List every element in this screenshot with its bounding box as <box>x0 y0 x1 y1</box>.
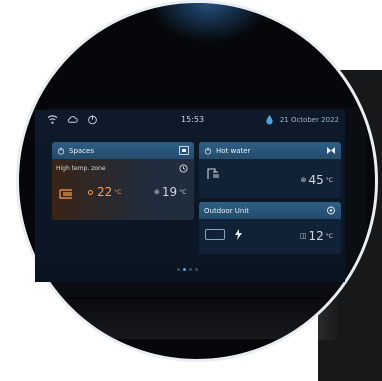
status-icons <box>47 114 98 125</box>
temp-unit: °C <box>114 188 122 196</box>
spaces-body: High temp. zone 22 °C ⊛ 19 °C <box>52 159 194 220</box>
water-drop-icon[interactable] <box>265 114 274 125</box>
radiator-icon <box>59 189 72 199</box>
clock-icon[interactable] <box>179 164 188 173</box>
page-dot-active[interactable] <box>183 268 186 271</box>
cloud-icon[interactable] <box>67 114 78 125</box>
photo-scene: 15:53 21 October 2022 Spaces High temp. … <box>0 0 382 381</box>
page-dot[interactable] <box>195 268 198 271</box>
page-indicator[interactable] <box>177 268 198 271</box>
spaces-title: Spaces <box>69 146 94 155</box>
top-light-glow <box>149 3 269 43</box>
temp-unit: °C <box>179 188 187 196</box>
date-area: 21 October 2022 <box>265 114 339 125</box>
main-temp-value: 22 <box>97 185 113 199</box>
fan-icon[interactable] <box>326 146 336 155</box>
lightning-icon <box>235 229 242 240</box>
current-date: 21 October 2022 <box>279 115 339 124</box>
outdoor-unit-card[interactable]: Outdoor Unit ◫ 12 °C <box>199 202 341 254</box>
power-icon[interactable] <box>57 147 65 155</box>
hot-water-title: Hot water <box>216 146 251 155</box>
wifi-icon[interactable] <box>47 114 58 125</box>
status-bar: 15:53 21 October 2022 <box>35 110 345 130</box>
heating-indicator-icon <box>88 189 93 195</box>
hot-water-temperature[interactable]: ⊛ 45 °C <box>301 173 333 187</box>
outdoor-temperature[interactable]: ◫ 12 °C <box>300 229 333 243</box>
hot-water-header[interactable]: Hot water <box>199 142 341 159</box>
device-shadow <box>49 299 349 339</box>
thermometer-icon: ⊛ <box>154 188 160 196</box>
clock-time: 15:53 <box>181 115 205 124</box>
outdoor-unit-body: ◫ 12 °C <box>199 219 341 254</box>
settings-icon[interactable] <box>326 206 336 215</box>
temp-unit: °C <box>325 232 333 240</box>
hot-water-card[interactable]: Hot water ⊛ 45 °C <box>199 142 341 198</box>
outdoor-thermometer-icon: ◫ <box>299 232 307 240</box>
zone-label: High temp. zone <box>56 165 106 172</box>
spaces-header[interactable]: Spaces <box>52 142 194 159</box>
spaces-card[interactable]: Spaces High temp. zone 22 °C ⊛ 19 °C <box>52 142 194 220</box>
thermostat-screen: 15:53 21 October 2022 Spaces High temp. … <box>35 110 345 282</box>
hot-water-body: ⊛ 45 °C <box>199 159 341 198</box>
outdoor-unit-header[interactable]: Outdoor Unit <box>199 202 341 219</box>
main-temperature[interactable]: 22 °C <box>88 185 121 199</box>
outdoor-temp-value: 12 <box>308 229 324 243</box>
page-dot[interactable] <box>177 268 180 271</box>
page-dot[interactable] <box>189 268 192 271</box>
side-temperature[interactable]: ⊛ 19 °C <box>154 185 186 199</box>
side-temp-value: 19 <box>161 185 178 199</box>
zone-grid-icon[interactable] <box>179 146 189 155</box>
shower-icon <box>207 168 219 179</box>
temp-unit: °C <box>325 176 333 184</box>
power-icon[interactable] <box>204 147 212 155</box>
hot-water-temp-value: 45 <box>308 173 324 187</box>
outdoor-unit-icon <box>205 229 225 240</box>
outdoor-unit-title: Outdoor Unit <box>204 206 250 215</box>
thermometer-icon: ⊛ <box>300 176 307 184</box>
power-icon[interactable] <box>87 114 98 125</box>
